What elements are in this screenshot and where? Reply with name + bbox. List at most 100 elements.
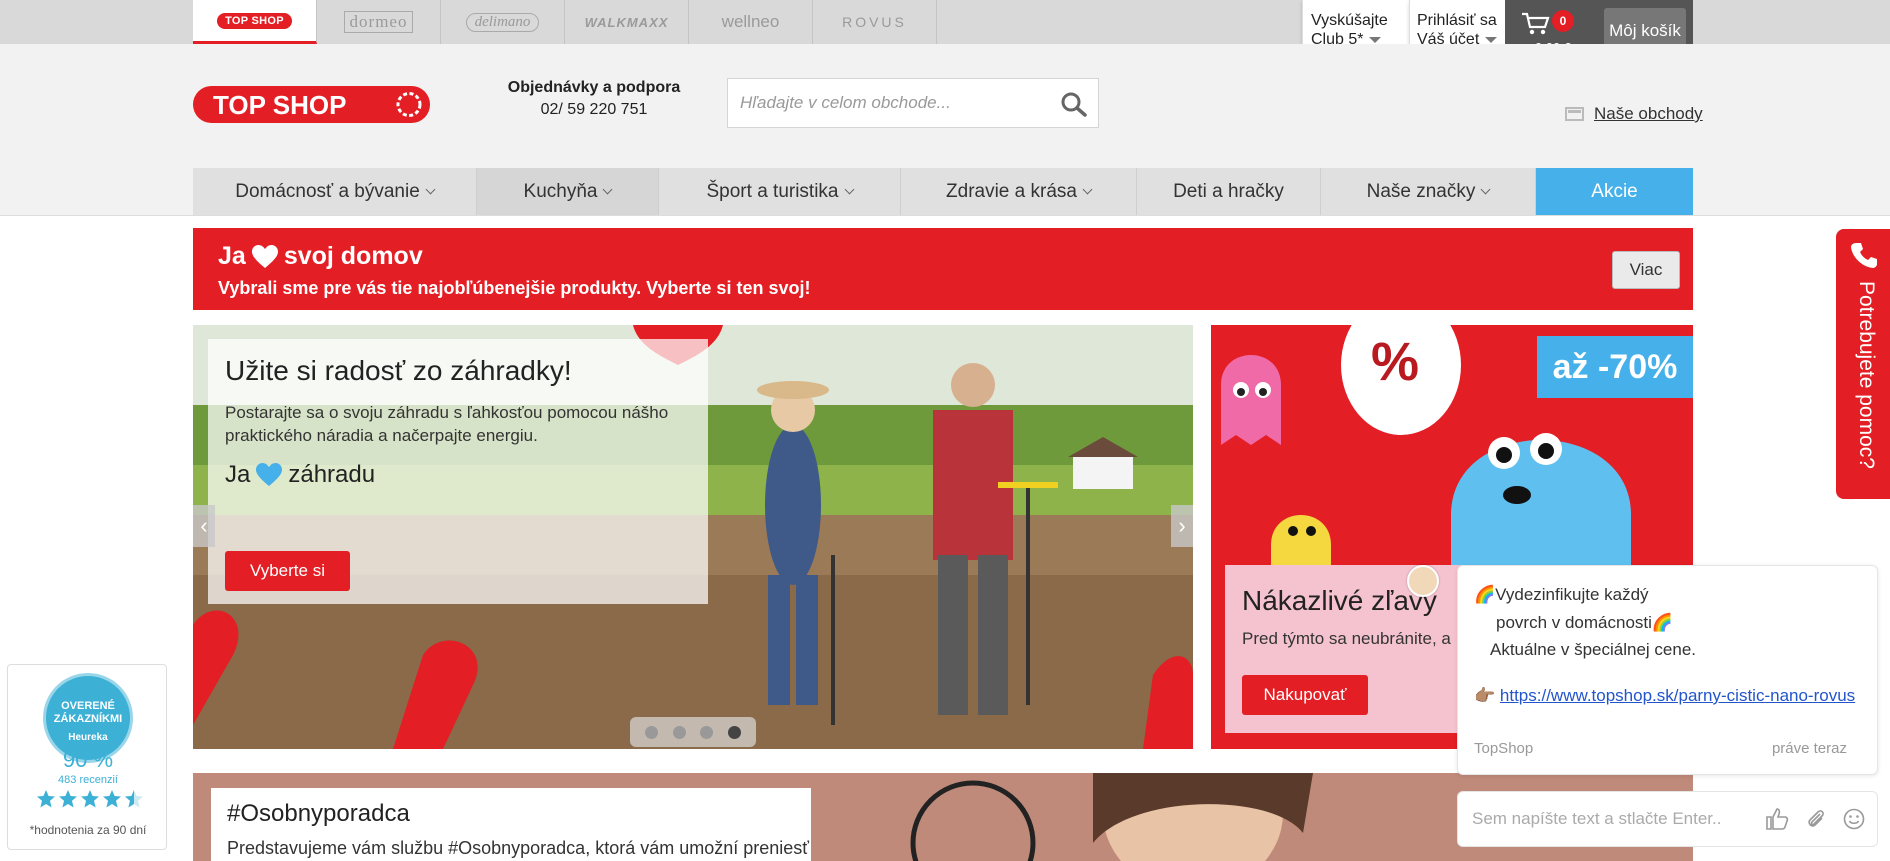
slider-next-button[interactable]: › — [1171, 505, 1193, 547]
chat-line-3: Aktuálne v špeciálnej cene. — [1490, 640, 1697, 659]
promo-strip: Ja svoj domov Vybrali sme pre vás tie na… — [193, 228, 1693, 310]
promo-title-start: Ja — [218, 242, 246, 270]
seal-text: OVERENÉ ZÁKAZNÍKMI — [46, 700, 130, 726]
nav-label: Šport a turistika — [706, 180, 839, 202]
star-icon — [103, 790, 121, 808]
chevron-down-icon — [1369, 36, 1382, 43]
brand-label: TOP SHOP — [217, 12, 292, 29]
attachment-icon[interactable] — [1805, 808, 1827, 830]
chevron-down-icon — [844, 184, 854, 195]
store-icon — [1565, 107, 1584, 121]
main-nav: Domácnosť a bývanie Kuchyňa Šport a turi… — [193, 168, 1693, 215]
our-stores-label: Naše obchody — [1594, 104, 1703, 123]
slide-tag-end: záhradu — [288, 461, 376, 488]
chat-input[interactable] — [1472, 804, 1742, 834]
shop-now-button[interactable]: Nakupovať — [1242, 675, 1368, 715]
slide-title: Užite si radosť zo záhradky! — [225, 355, 572, 386]
nav-item-kuchyna[interactable]: Kuchyňa — [477, 168, 659, 215]
half-star-icon — [125, 790, 143, 808]
chat-line-2: povrch v domácnosti🌈 — [1496, 613, 1674, 632]
support-info: Objednávky a podpora 02/ 59 220 751 — [505, 79, 683, 119]
support-title: Objednávky a podpora — [507, 79, 681, 96]
heureka-widget[interactable]: OVERENÉ ZÁKAZNÍKMI Heureka 90 % 483 recen… — [7, 664, 167, 850]
cart-count-badge: 0 — [1552, 10, 1574, 32]
brand-tab-rovus[interactable]: ROVUS — [813, 0, 937, 44]
chat-product-link[interactable]: https://www.topshop.sk/parny-cistic-nano… — [1500, 686, 1855, 705]
emoji-icon[interactable] — [1843, 808, 1865, 830]
slide-cta-button[interactable]: Vyberte si — [225, 551, 350, 591]
search-box — [727, 78, 1099, 128]
promo-subtitle: Vybrali sme pre vás tie najobľúbenejšie … — [218, 278, 811, 298]
promo-title-end: svoj domov — [283, 242, 423, 270]
help-label: Potrebujete pomoc? — [1855, 281, 1878, 469]
promo-more-button[interactable]: Viac — [1612, 251, 1680, 289]
advisor-text: Predstavujeme vám službu #Osobnyporadca,… — [227, 838, 810, 858]
slider-dot-1[interactable] — [644, 725, 658, 739]
topshop-logo[interactable]: TOP SHOP — [193, 86, 430, 123]
discount-badge: až -70% — [1537, 336, 1693, 398]
chat-actions — [1765, 808, 1865, 830]
phone-icon — [1851, 243, 1877, 268]
brand-label: wellneo — [721, 12, 780, 31]
seal-line2: ZÁKAZNÍKMI — [53, 713, 123, 725]
nav-item-sport[interactable]: Šport a turistika — [659, 168, 901, 215]
slider-prev-button[interactable]: ‹ — [193, 505, 215, 547]
chevron-down-icon — [1485, 36, 1498, 43]
nav-item-domacnost[interactable]: Domácnosť a bývanie — [193, 168, 477, 215]
brand-label: WALKMAXX — [584, 14, 669, 30]
nav-label: Domácnosť a bývanie — [235, 180, 420, 202]
brand-tab-walkmaxx[interactable]: WALKMAXX — [565, 0, 689, 44]
nav-label: Kuchyňa — [523, 180, 598, 202]
star-icon — [59, 790, 77, 808]
brand-label: delimano — [465, 12, 540, 32]
banner-text: Pred týmto sa neubránite, a — [1242, 629, 1451, 648]
chat-message: 🌈Vydezinfikujte každý povrch v domácnost… — [1457, 565, 1878, 775]
nav-item-deti[interactable]: Deti a hračky — [1137, 168, 1321, 215]
slide-caption: Užite si radosť zo záhradky! Postarajte … — [208, 339, 708, 604]
nav-label: Naše značky — [1366, 180, 1476, 202]
brand-tab-delimano[interactable]: delimano — [441, 0, 565, 44]
slider-dot-4[interactable] — [728, 725, 742, 739]
svg-text:%: % — [1371, 332, 1419, 392]
star-icon — [37, 790, 55, 808]
slider-dots — [630, 717, 756, 747]
chat-line-1: 🌈Vydezinfikujte každý — [1474, 585, 1649, 604]
chevron-down-icon — [603, 184, 613, 195]
heureka-note: *hodnotenia za 90 dní — [29, 823, 147, 837]
login-line1: Prihlásiť sa — [1417, 12, 1497, 29]
slide-text: Postarajte sa o svoju záhradu s ľahkosťo… — [225, 403, 669, 445]
search-input[interactable] — [728, 79, 1038, 127]
advisor-title: #Osobnyporadca — [227, 800, 410, 827]
chat-link-row: 👉🏽 https://www.topshop.sk/parny-cistic-n… — [1474, 682, 1864, 709]
nav-item-akcie[interactable]: Akcie — [1536, 168, 1693, 215]
brand-tab-topshop[interactable]: TOP SHOP — [193, 0, 317, 44]
thumbs-up-icon[interactable] — [1765, 808, 1789, 830]
brand-tab-dormeo[interactable]: dormeo — [317, 0, 441, 44]
logo-text: TOP SHOP — [213, 90, 346, 120]
support-phone[interactable]: 02/ 59 220 751 — [505, 101, 683, 119]
heart-icon — [251, 244, 278, 268]
pointing-hand-icon: 👉🏽 — [1474, 686, 1496, 705]
chevron-down-icon — [1480, 184, 1491, 195]
nav-label: Akcie — [1591, 180, 1638, 202]
chat-timestamp: práve teraz — [1771, 740, 1847, 757]
heart-icon — [256, 463, 283, 486]
brand-label: ROVUS — [842, 14, 907, 30]
seal-line1: OVERENÉ — [61, 700, 115, 712]
nav-label: Deti a hračky — [1173, 180, 1284, 202]
chevron-left-icon: ‹ — [200, 513, 208, 538]
advisor-caption: #Osobnyporadca Predstavujeme vám službu … — [211, 788, 811, 861]
nav-item-zdravie[interactable]: Zdravie a krása — [901, 168, 1137, 215]
slider-dot-2[interactable] — [672, 725, 686, 739]
cart-icon — [1522, 12, 1550, 35]
slider-dot-3[interactable] — [700, 725, 714, 739]
help-tab[interactable]: Potrebujete pomoc? — [1836, 229, 1890, 499]
chevron-right-icon: › — [1178, 513, 1186, 538]
nav-item-znacky[interactable]: Naše značky — [1321, 168, 1536, 215]
hero-slider[interactable]: Užite si radosť zo záhradky! Postarajte … — [193, 325, 1193, 749]
search-icon[interactable] — [1060, 91, 1088, 117]
brand-label: dormeo — [343, 11, 414, 33]
brand-tab-wellneo[interactable]: wellneo — [689, 0, 813, 44]
our-stores-link[interactable]: Naše obchody — [1565, 104, 1703, 124]
brand-list: TOP SHOP dormeo delimano WALKMAXX wellne… — [193, 0, 937, 44]
